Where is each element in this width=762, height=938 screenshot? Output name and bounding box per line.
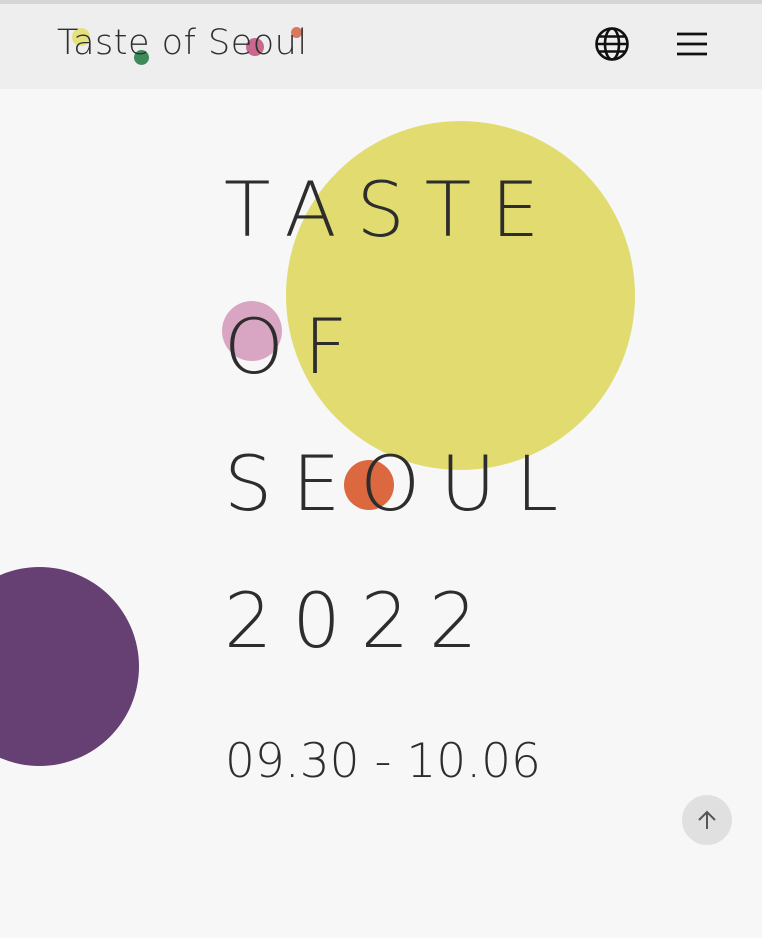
- hero-title-line-1: TASTE: [224, 165, 560, 254]
- scroll-to-top-button[interactable]: [682, 795, 732, 845]
- decorative-purple-circle: [0, 567, 139, 766]
- festival-date-range: 09.30 - 10.06: [225, 734, 541, 789]
- language-button[interactable]: [592, 24, 632, 64]
- logo-text[interactable]: Taste of Seoul: [57, 23, 308, 63]
- arrow-up-icon: [698, 810, 716, 829]
- hero-title-line-3: SEOUL: [224, 439, 579, 528]
- site-logo[interactable]: Taste of Seoul: [57, 23, 308, 69]
- globe-icon: [595, 27, 629, 61]
- hero-title-line-2: OF: [224, 302, 368, 391]
- menu-button[interactable]: [672, 24, 712, 64]
- site-header: Taste of Seoul: [0, 4, 762, 89]
- hero-title-line-4: 2022: [224, 576, 498, 665]
- hero-title: TASTE OF SEOUL 2022: [224, 160, 578, 708]
- page: Taste of Seoul TASTE OF SEOUL 2022 09.30…: [0, 0, 762, 938]
- hamburger-menu-icon: [677, 32, 707, 56]
- top-border: [0, 0, 762, 4]
